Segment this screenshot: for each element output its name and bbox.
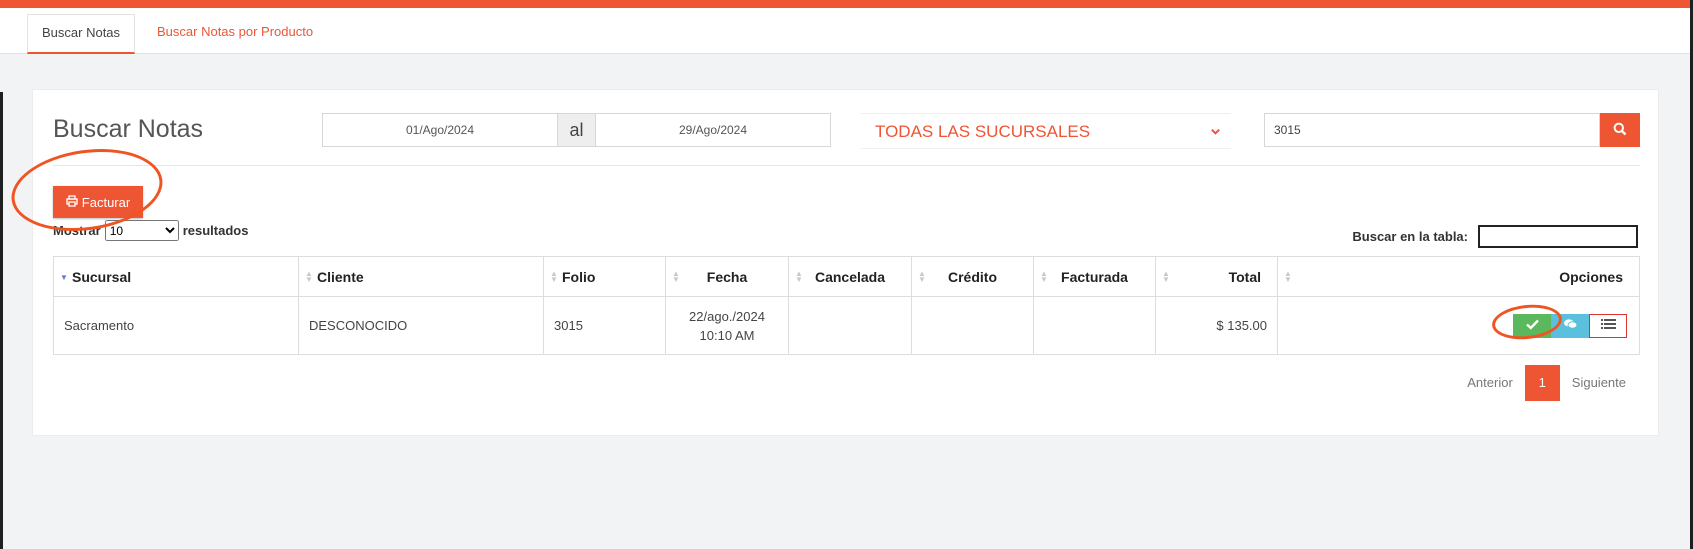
column-header-total[interactable]: ▲ ▼ Total [1155,256,1278,297]
pagination-prev[interactable]: Anterior [1455,365,1525,401]
sort-icon: ▲ ▼ [1040,269,1048,284]
page-title: Buscar Notas [53,115,204,143]
column-header-sucursal[interactable]: ▼ Sucursal [53,256,299,297]
fecha-date: 22/ago./2024 [689,308,765,324]
column-label: Total [1228,268,1261,285]
table-filter-label: Buscar en la tabla: [1352,229,1468,244]
row-actions [1288,313,1629,338]
tab-buscar-notas[interactable]: Buscar Notas [27,14,136,54]
cell-facturada [1033,296,1156,355]
facturar-label: Facturar [81,194,131,210]
column-header-cliente[interactable]: ▲ ▼ Cliente [298,256,544,297]
column-label: Opciones [1559,268,1623,285]
search-panel: Buscar Notas 01/Ago/2024 al 29/Ago/2024 … [32,89,1659,436]
page-size-control: Mostrar 10 resultados [53,220,248,241]
print-icon [66,194,78,210]
column-label: Facturada [1061,268,1128,285]
table-filter: Buscar en la tabla: [1352,225,1638,248]
column-header-fecha[interactable]: ▲ ▼ Fecha [665,256,789,297]
column-header-opciones[interactable]: ▲ ▼ Opciones [1277,256,1640,297]
sort-desc-icon: ▼ [60,273,68,282]
details-button[interactable] [1589,313,1627,338]
cell-cancelada [788,296,912,355]
search-button[interactable] [1600,113,1640,147]
sort-icon: ▲ ▼ [1284,269,1292,284]
pagination-current-page[interactable]: 1 [1524,365,1560,401]
select-note-button[interactable] [1513,313,1551,338]
cell-sucursal: Sacramento [53,296,299,355]
table-row[interactable]: Sacramento DESCONOCIDO 3015 22/ago./2024… [53,296,1640,355]
column-label: Cancelada [814,268,886,285]
column-label: Fecha [706,268,748,285]
search-icon [1613,122,1627,139]
column-label: Folio [562,268,596,285]
branch-select[interactable]: TODAS LAS SUCURSALES [861,113,1231,149]
list-icon [1600,318,1616,333]
sort-icon: ▲ ▼ [918,269,926,284]
facturar-button[interactable]: Facturar [53,186,143,218]
window-edge-left [0,92,3,549]
date-from-input[interactable]: 01/Ago/2024 [322,113,558,147]
fecha-time: 10:10 AM [699,327,755,343]
table-filter-input[interactable] [1478,225,1638,248]
comments-button[interactable] [1551,313,1589,338]
page-size-prefix: Mostrar [53,223,101,238]
cell-cliente: DESCONOCIDO [298,296,544,355]
cell-folio: 3015 [543,296,666,355]
column-label: Crédito [948,268,997,285]
sort-icon: ▲ ▼ [550,269,558,284]
date-range: 01/Ago/2024 al 29/Ago/2024 [322,113,831,147]
date-range-separator: al [558,113,595,147]
sort-icon: ▲ ▼ [1162,269,1170,284]
top-accent-bar [0,0,1693,8]
comments-icon [1563,318,1578,333]
page-size-suffix: resultados [182,223,249,238]
column-header-facturada[interactable]: ▲ ▼ Facturada [1033,256,1156,297]
search-input[interactable]: 3015 [1264,113,1600,147]
folio-search: 3015 [1264,113,1640,147]
cell-credito [911,296,1034,355]
page-size-select[interactable]: 10 [104,220,179,241]
pagination: Anterior 1 Siguiente [1455,365,1638,401]
chevron-down-icon [1210,114,1221,150]
table-header-row: ▼ Sucursal ▲ ▼ Cliente ▲ ▼ Folio ▲ ▼ Fecha … [53,256,1640,297]
tab-buscar-notas-por-producto[interactable]: Buscar Notas por Producto [143,14,327,54]
branch-select-value: TODAS LAS SUCURSALES [875,122,1091,141]
header-divider [53,165,1640,166]
sort-icon: ▲ ▼ [672,269,680,284]
cell-total: $ 135.00 [1155,296,1278,355]
notes-table: ▼ Sucursal ▲ ▼ Cliente ▲ ▼ Folio ▲ ▼ Fecha … [53,256,1640,355]
column-header-folio[interactable]: ▲ ▼ Folio [543,256,666,297]
column-header-credito[interactable]: ▲ ▼ Crédito [911,256,1034,297]
sort-icon: ▲ ▼ [795,269,803,284]
check-icon [1525,318,1539,333]
column-header-cancelada[interactable]: ▲ ▼ Cancelada [788,256,912,297]
tab-bar: Buscar Notas Buscar Notas por Producto [0,8,1690,54]
pagination-next[interactable]: Siguiente [1560,365,1638,401]
column-label: Sucursal [72,268,132,285]
column-label: Cliente [317,268,364,285]
sort-icon: ▲ ▼ [305,269,313,284]
cell-fecha: 22/ago./2024 10:10 AM [665,296,789,355]
date-to-input[interactable]: 29/Ago/2024 [595,113,831,147]
cell-opciones [1277,296,1640,355]
